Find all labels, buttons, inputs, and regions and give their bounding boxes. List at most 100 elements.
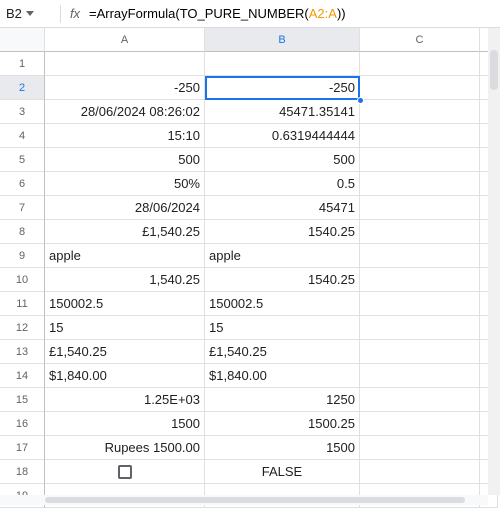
- horizontal-scrollbar[interactable]: [0, 495, 488, 505]
- cell-b[interactable]: $1,840.00: [205, 364, 360, 388]
- cell-b[interactable]: 0.6319444444: [205, 124, 360, 148]
- cell-reference-box[interactable]: B2: [6, 6, 54, 21]
- cell-reference-text: B2: [6, 6, 22, 21]
- cell-b[interactable]: 1540.25: [205, 268, 360, 292]
- cell-c[interactable]: [360, 316, 480, 340]
- row-header[interactable]: 12: [0, 316, 45, 340]
- table-row: 18 FALSE: [0, 460, 500, 484]
- cell-c[interactable]: [360, 196, 480, 220]
- row-header[interactable]: 8: [0, 220, 45, 244]
- cell-b[interactable]: [205, 52, 360, 76]
- row-header[interactable]: 13: [0, 340, 45, 364]
- table-row: 650%0.5: [0, 172, 500, 196]
- formula-bar: B2 fx =ArrayFormula(TO_PURE_NUMBER(A2:A)…: [0, 0, 500, 28]
- cell-c[interactable]: [360, 364, 480, 388]
- row-header[interactable]: 17: [0, 436, 45, 460]
- cell-b[interactable]: £1,540.25: [205, 340, 360, 364]
- cell-a[interactable]: 1,540.25: [45, 268, 205, 292]
- cell-b[interactable]: 1250: [205, 388, 360, 412]
- cell-a[interactable]: 50%: [45, 172, 205, 196]
- table-row: 328/06/2024 08:26:0245471.35141: [0, 100, 500, 124]
- cell-b[interactable]: 0.5: [205, 172, 360, 196]
- cell-a[interactable]: [45, 52, 205, 76]
- cell-c[interactable]: [360, 268, 480, 292]
- cell-c[interactable]: [360, 220, 480, 244]
- row-header[interactable]: 6: [0, 172, 45, 196]
- cell-c[interactable]: [360, 244, 480, 268]
- cell-a[interactable]: Rupees 1500.00: [45, 436, 205, 460]
- row-header[interactable]: 16: [0, 412, 45, 436]
- cell-c[interactable]: [360, 100, 480, 124]
- cell-c[interactable]: [360, 388, 480, 412]
- row-header[interactable]: 10: [0, 268, 45, 292]
- row-header[interactable]: 11: [0, 292, 45, 316]
- cell-c[interactable]: [360, 292, 480, 316]
- table-row: 5500500: [0, 148, 500, 172]
- cell-c[interactable]: [360, 340, 480, 364]
- cell-b[interactable]: 45471.35141: [205, 100, 360, 124]
- row-header[interactable]: 7: [0, 196, 45, 220]
- cell-b[interactable]: 1500.25: [205, 412, 360, 436]
- cell-c[interactable]: [360, 52, 480, 76]
- row-header[interactable]: 15: [0, 388, 45, 412]
- row-header[interactable]: 14: [0, 364, 45, 388]
- cell-a[interactable]: 1.25E+03: [45, 388, 205, 412]
- vertical-scrollbar[interactable]: [488, 28, 500, 495]
- cell-c[interactable]: [360, 76, 480, 100]
- column-header-b[interactable]: B: [205, 28, 360, 52]
- cell-a[interactable]: 150002.5: [45, 292, 205, 316]
- table-row: 121515: [0, 316, 500, 340]
- row-header[interactable]: 2: [0, 76, 45, 100]
- cell-a[interactable]: $1,840.00: [45, 364, 205, 388]
- fx-icon[interactable]: fx: [67, 6, 83, 21]
- cell-b[interactable]: 1500: [205, 436, 360, 460]
- table-row: 151.25E+031250: [0, 388, 500, 412]
- cell-a[interactable]: [45, 460, 205, 484]
- separator: [60, 5, 61, 23]
- table-row: 2-250-250: [0, 76, 500, 100]
- row-header[interactable]: 18: [0, 460, 45, 484]
- vertical-scroll-thumb[interactable]: [490, 50, 498, 90]
- table-row: 14$1,840.00$1,840.00: [0, 364, 500, 388]
- cell-a[interactable]: 15:10: [45, 124, 205, 148]
- cell-c[interactable]: [360, 412, 480, 436]
- row-header[interactable]: 4: [0, 124, 45, 148]
- formula-input[interactable]: =ArrayFormula(TO_PURE_NUMBER(A2:A)): [89, 6, 494, 21]
- cell-b[interactable]: FALSE: [205, 460, 360, 484]
- cell-c[interactable]: [360, 148, 480, 172]
- cell-b[interactable]: apple: [205, 244, 360, 268]
- cell-c[interactable]: [360, 124, 480, 148]
- cell-c[interactable]: [360, 172, 480, 196]
- spreadsheet-grid: A B C 12-250-250328/06/2024 08:26:024547…: [0, 28, 500, 508]
- cell-a[interactable]: 15: [45, 316, 205, 340]
- table-row: 415:100.6319444444: [0, 124, 500, 148]
- rows-container: 12-250-250328/06/2024 08:26:0245471.3514…: [0, 52, 500, 508]
- cell-a[interactable]: -250: [45, 76, 205, 100]
- cell-a[interactable]: £1,540.25: [45, 340, 205, 364]
- cell-b[interactable]: 500: [205, 148, 360, 172]
- cell-c[interactable]: [360, 460, 480, 484]
- row-header[interactable]: 3: [0, 100, 45, 124]
- cell-b[interactable]: 15: [205, 316, 360, 340]
- cell-b[interactable]: 150002.5: [205, 292, 360, 316]
- cell-a[interactable]: 500: [45, 148, 205, 172]
- cell-a[interactable]: 28/06/2024: [45, 196, 205, 220]
- cell-c[interactable]: [360, 436, 480, 460]
- select-all-corner[interactable]: [0, 28, 45, 52]
- cell-a[interactable]: 1500: [45, 412, 205, 436]
- row-header[interactable]: 1: [0, 52, 45, 76]
- chevron-down-icon[interactable]: [26, 11, 34, 16]
- column-header-a[interactable]: A: [45, 28, 205, 52]
- row-header[interactable]: 5: [0, 148, 45, 172]
- cell-a[interactable]: 28/06/2024 08:26:02: [45, 100, 205, 124]
- cell-a[interactable]: £1,540.25: [45, 220, 205, 244]
- checkbox-icon[interactable]: [118, 465, 132, 479]
- table-row: 9appleapple: [0, 244, 500, 268]
- cell-a[interactable]: apple: [45, 244, 205, 268]
- horizontal-scroll-thumb[interactable]: [45, 497, 465, 503]
- row-header[interactable]: 9: [0, 244, 45, 268]
- cell-b[interactable]: 1540.25: [205, 220, 360, 244]
- cell-b[interactable]: -250: [205, 76, 360, 100]
- cell-b[interactable]: 45471: [205, 196, 360, 220]
- column-header-c[interactable]: C: [360, 28, 480, 52]
